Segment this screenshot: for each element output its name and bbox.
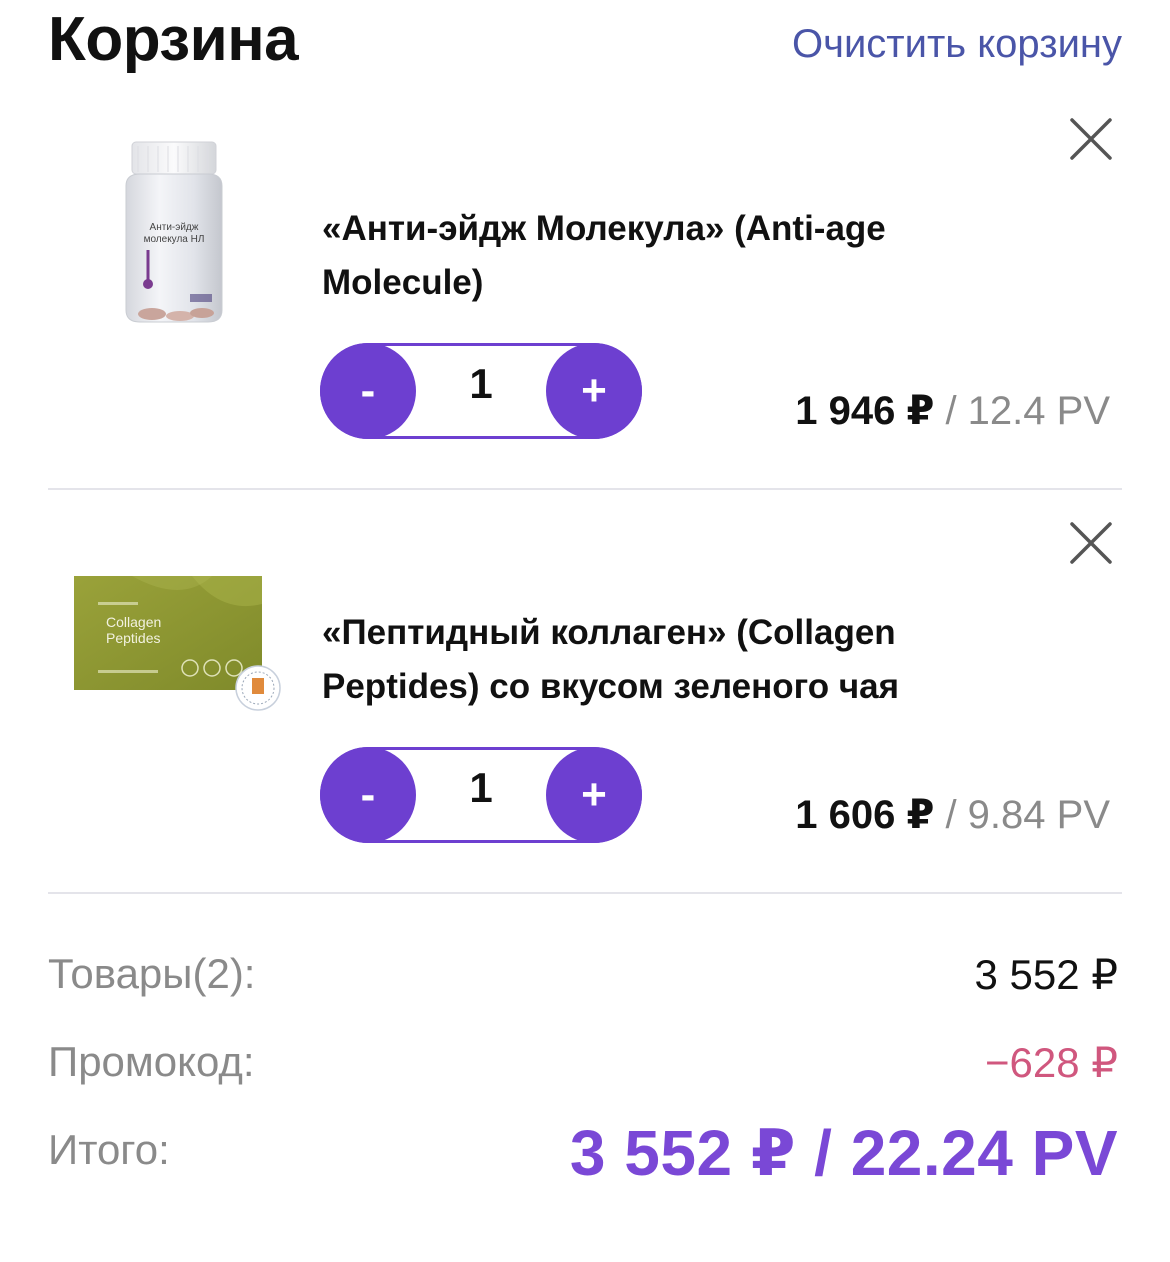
item-name[interactable]: «Анти-эйдж Молекула» (Anti-age Molecule) bbox=[322, 202, 1022, 310]
price-pv: 12.4 PV bbox=[967, 389, 1110, 433]
increase-quantity-button[interactable]: + bbox=[546, 343, 642, 439]
close-icon[interactable] bbox=[1068, 116, 1114, 162]
item-price: 1 946 ₽ / 12.4 PV bbox=[795, 388, 1110, 434]
quantity-stepper: - 1 + bbox=[320, 343, 642, 439]
clear-cart-link[interactable]: Очистить корзину bbox=[792, 22, 1122, 67]
bottle-label-line1: Анти-эйдж bbox=[150, 222, 199, 233]
cart-header: Корзина Очистить корзину bbox=[48, 4, 1122, 84]
cart-item: Анти-эйдж молекула НЛ «Анти-эйдж Молекул… bbox=[48, 90, 1122, 490]
summary-total-row: Итого: 3 552 ₽ / 22.24 PV bbox=[48, 1117, 1122, 1189]
price-separator: / bbox=[934, 389, 968, 433]
divider bbox=[48, 488, 1122, 490]
price-rub: 1 946 ₽ bbox=[795, 389, 935, 433]
promo-label: Промокод: bbox=[48, 1038, 255, 1085]
summary-promo-row: Промокод: −628 ₽ bbox=[48, 1038, 1122, 1098]
item-name[interactable]: «Пептидный коллаген» (Collagen Peptides)… bbox=[322, 606, 1022, 714]
total-label: Итого: bbox=[48, 1126, 170, 1173]
box-label-line2: Peptides bbox=[106, 630, 160, 646]
page-title: Корзина bbox=[48, 5, 299, 74]
bottle-label-line2: молекула НЛ bbox=[144, 234, 205, 245]
product-image-pill-bottle: Анти-эйдж молекула НЛ bbox=[125, 141, 223, 323]
price-pv: 9.84 PV bbox=[967, 793, 1110, 837]
decrease-quantity-button[interactable]: - bbox=[320, 343, 416, 439]
product-image-collagen-box: Collagen Peptides bbox=[74, 576, 281, 711]
price-rub: 1 606 ₽ bbox=[795, 793, 935, 837]
item-price: 1 606 ₽ / 9.84 PV bbox=[795, 792, 1110, 838]
goods-label: Товары(2): bbox=[48, 950, 256, 997]
increase-quantity-button[interactable]: + bbox=[546, 747, 642, 843]
decrease-quantity-button[interactable]: - bbox=[320, 747, 416, 843]
quantity-value[interactable]: 1 bbox=[419, 360, 543, 408]
cart-item: Collagen Peptides «Пептидный коллаген» (… bbox=[48, 494, 1122, 894]
summary-goods-row: Товары(2): 3 552 ₽ bbox=[48, 950, 1122, 1010]
divider bbox=[48, 892, 1122, 894]
goods-value: 3 552 ₽ bbox=[974, 951, 1119, 998]
price-separator: / bbox=[934, 793, 968, 837]
box-label-line1: Collagen bbox=[106, 614, 161, 630]
close-icon[interactable] bbox=[1068, 520, 1114, 566]
total-value: 3 552 ₽ / 22.24 PV bbox=[569, 1117, 1118, 1189]
quantity-stepper: - 1 + bbox=[320, 747, 642, 843]
quantity-value[interactable]: 1 bbox=[419, 764, 543, 812]
promo-value: −628 ₽ bbox=[985, 1039, 1118, 1086]
